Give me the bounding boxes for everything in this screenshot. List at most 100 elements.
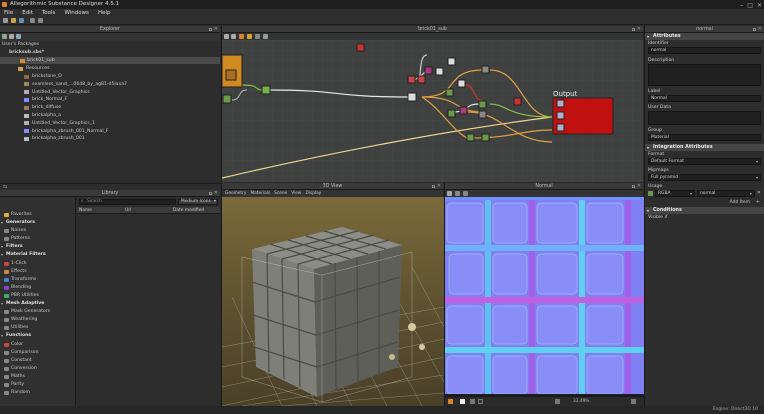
- frame-icon[interactable]: [247, 34, 252, 39]
- library-item[interactable]: Parity: [0, 381, 75, 389]
- menu-edit[interactable]: Edit: [22, 9, 33, 17]
- fit-view-icon[interactable]: [555, 399, 560, 404]
- menu-materials[interactable]: Materials: [250, 190, 270, 197]
- node[interactable]: [447, 109, 456, 118]
- menu-geometry[interactable]: Geometry: [225, 190, 246, 197]
- library-item[interactable]: Favorites: [0, 211, 75, 219]
- undo-icon[interactable]: [30, 18, 35, 23]
- view2d-fit-icon[interactable]: [455, 191, 460, 196]
- section-conditions[interactable]: Conditions: [645, 207, 764, 214]
- view3d-canvas[interactable]: [222, 197, 444, 406]
- node[interactable]: [407, 92, 417, 102]
- library-item[interactable]: Color: [0, 341, 75, 349]
- float-icon[interactable]: [632, 185, 635, 188]
- library-category[interactable]: Material Filters: [0, 251, 75, 259]
- node[interactable]: [356, 43, 365, 52]
- usage-channel-select[interactable]: RGBA: [655, 190, 695, 197]
- node[interactable]: [459, 106, 468, 115]
- user-data-field[interactable]: [648, 111, 761, 125]
- float-icon[interactable]: [632, 28, 635, 31]
- library-search-input[interactable]: ⌕ Search: [79, 199, 176, 205]
- library-item[interactable]: Effects: [0, 268, 75, 276]
- node[interactable]: [466, 133, 475, 142]
- library-item[interactable]: Random: [0, 389, 75, 397]
- menu-display[interactable]: Display: [305, 190, 321, 197]
- library-item[interactable]: Blending: [0, 284, 75, 292]
- close-icon[interactable]: ✕: [637, 183, 641, 190]
- remove-usage-icon[interactable]: ✕: [757, 190, 761, 197]
- node[interactable]: [261, 85, 271, 95]
- node[interactable]: [417, 75, 426, 84]
- export-icon[interactable]: [631, 399, 636, 404]
- white-swatch[interactable]: [460, 399, 465, 404]
- library-category[interactable]: Mesh Adaptive: [0, 300, 75, 308]
- float-icon[interactable]: [209, 28, 212, 31]
- float-icon[interactable]: [753, 28, 756, 31]
- format-select[interactable]: Default Format: [648, 158, 761, 165]
- node[interactable]: [478, 100, 487, 109]
- close-icon[interactable]: ✕: [214, 26, 218, 33]
- library-item[interactable]: Weathering: [0, 316, 75, 324]
- usage-value-select[interactable]: normal: [697, 190, 755, 197]
- tree-package[interactable]: bricksub.sbs*: [6, 49, 44, 56]
- menu-file[interactable]: File: [4, 9, 13, 17]
- mipmaps-select[interactable]: Full pyramid: [648, 174, 761, 181]
- library-item[interactable]: Constant: [0, 357, 75, 365]
- redo-icon[interactable]: [38, 18, 43, 23]
- column-name[interactable]: Name: [79, 207, 92, 214]
- menu-windows[interactable]: Windows: [64, 9, 89, 17]
- node[interactable]: [513, 97, 522, 106]
- menu-view[interactable]: View: [291, 190, 301, 197]
- node[interactable]: [424, 66, 433, 75]
- view2d-settings-icon[interactable]: [447, 191, 452, 196]
- library-item[interactable]: Maths: [0, 373, 75, 381]
- float-icon[interactable]: [432, 185, 435, 188]
- node[interactable]: [478, 110, 487, 119]
- node[interactable]: [447, 57, 456, 66]
- node[interactable]: [481, 65, 490, 74]
- add-icon[interactable]: +: [756, 199, 760, 205]
- new-package-icon[interactable]: [2, 34, 7, 39]
- node[interactable]: [445, 88, 454, 97]
- label-field[interactable]: Normal: [648, 95, 761, 102]
- graph-layout-icon[interactable]: [231, 34, 236, 39]
- add-item-button[interactable]: Add Item: [730, 200, 750, 205]
- column-url[interactable]: Url: [125, 207, 131, 214]
- library-category[interactable]: Generators: [0, 219, 75, 227]
- add-node-icon[interactable]: [239, 34, 244, 39]
- normal-map-canvas[interactable]: [445, 197, 644, 394]
- library-item[interactable]: Comparison: [0, 349, 75, 357]
- icon-size-select[interactable]: Medium Icons ▾: [178, 199, 218, 205]
- library-item[interactable]: Noises: [0, 227, 75, 235]
- library-item[interactable]: Patterns: [0, 235, 75, 243]
- description-field[interactable]: [648, 64, 761, 86]
- node[interactable]: [481, 133, 490, 142]
- add-resource-icon[interactable]: [16, 34, 21, 39]
- grid-icon[interactable]: [470, 399, 475, 404]
- node[interactable]: [222, 94, 232, 104]
- close-icon[interactable]: ✕: [437, 183, 441, 190]
- zoom-level[interactable]: 33.49%: [573, 397, 589, 406]
- library-category[interactable]: Functions: [0, 332, 75, 340]
- identifier-field[interactable]: normal: [648, 47, 761, 54]
- tile-icon[interactable]: [478, 399, 483, 404]
- close-icon[interactable]: ✕: [637, 26, 641, 33]
- library-item[interactable]: Utilities: [0, 324, 75, 332]
- view2d-channel-icon[interactable]: [463, 191, 468, 196]
- menu-scene[interactable]: Scene: [274, 190, 287, 197]
- library-item[interactable]: Mask Generators: [0, 308, 75, 316]
- library-category[interactable]: Filters: [0, 243, 75, 251]
- save-icon[interactable]: [19, 18, 24, 23]
- library-item[interactable]: PBR Utilities: [0, 292, 75, 300]
- node[interactable]: [457, 79, 466, 88]
- group-field[interactable]: Material: [648, 134, 761, 141]
- section-integration[interactable]: Integration Attributes: [645, 144, 764, 151]
- library-item[interactable]: Transforms: [0, 276, 75, 284]
- library-item[interactable]: 1-Click: [0, 260, 75, 268]
- menu-tools[interactable]: Tools: [42, 9, 56, 17]
- graph-canvas[interactable]: Output: [222, 40, 644, 182]
- open-package-icon[interactable]: [9, 34, 14, 39]
- color-picker-icon[interactable]: [448, 399, 453, 404]
- node[interactable]: [435, 67, 444, 76]
- section-attributes[interactable]: Attributes: [645, 33, 764, 40]
